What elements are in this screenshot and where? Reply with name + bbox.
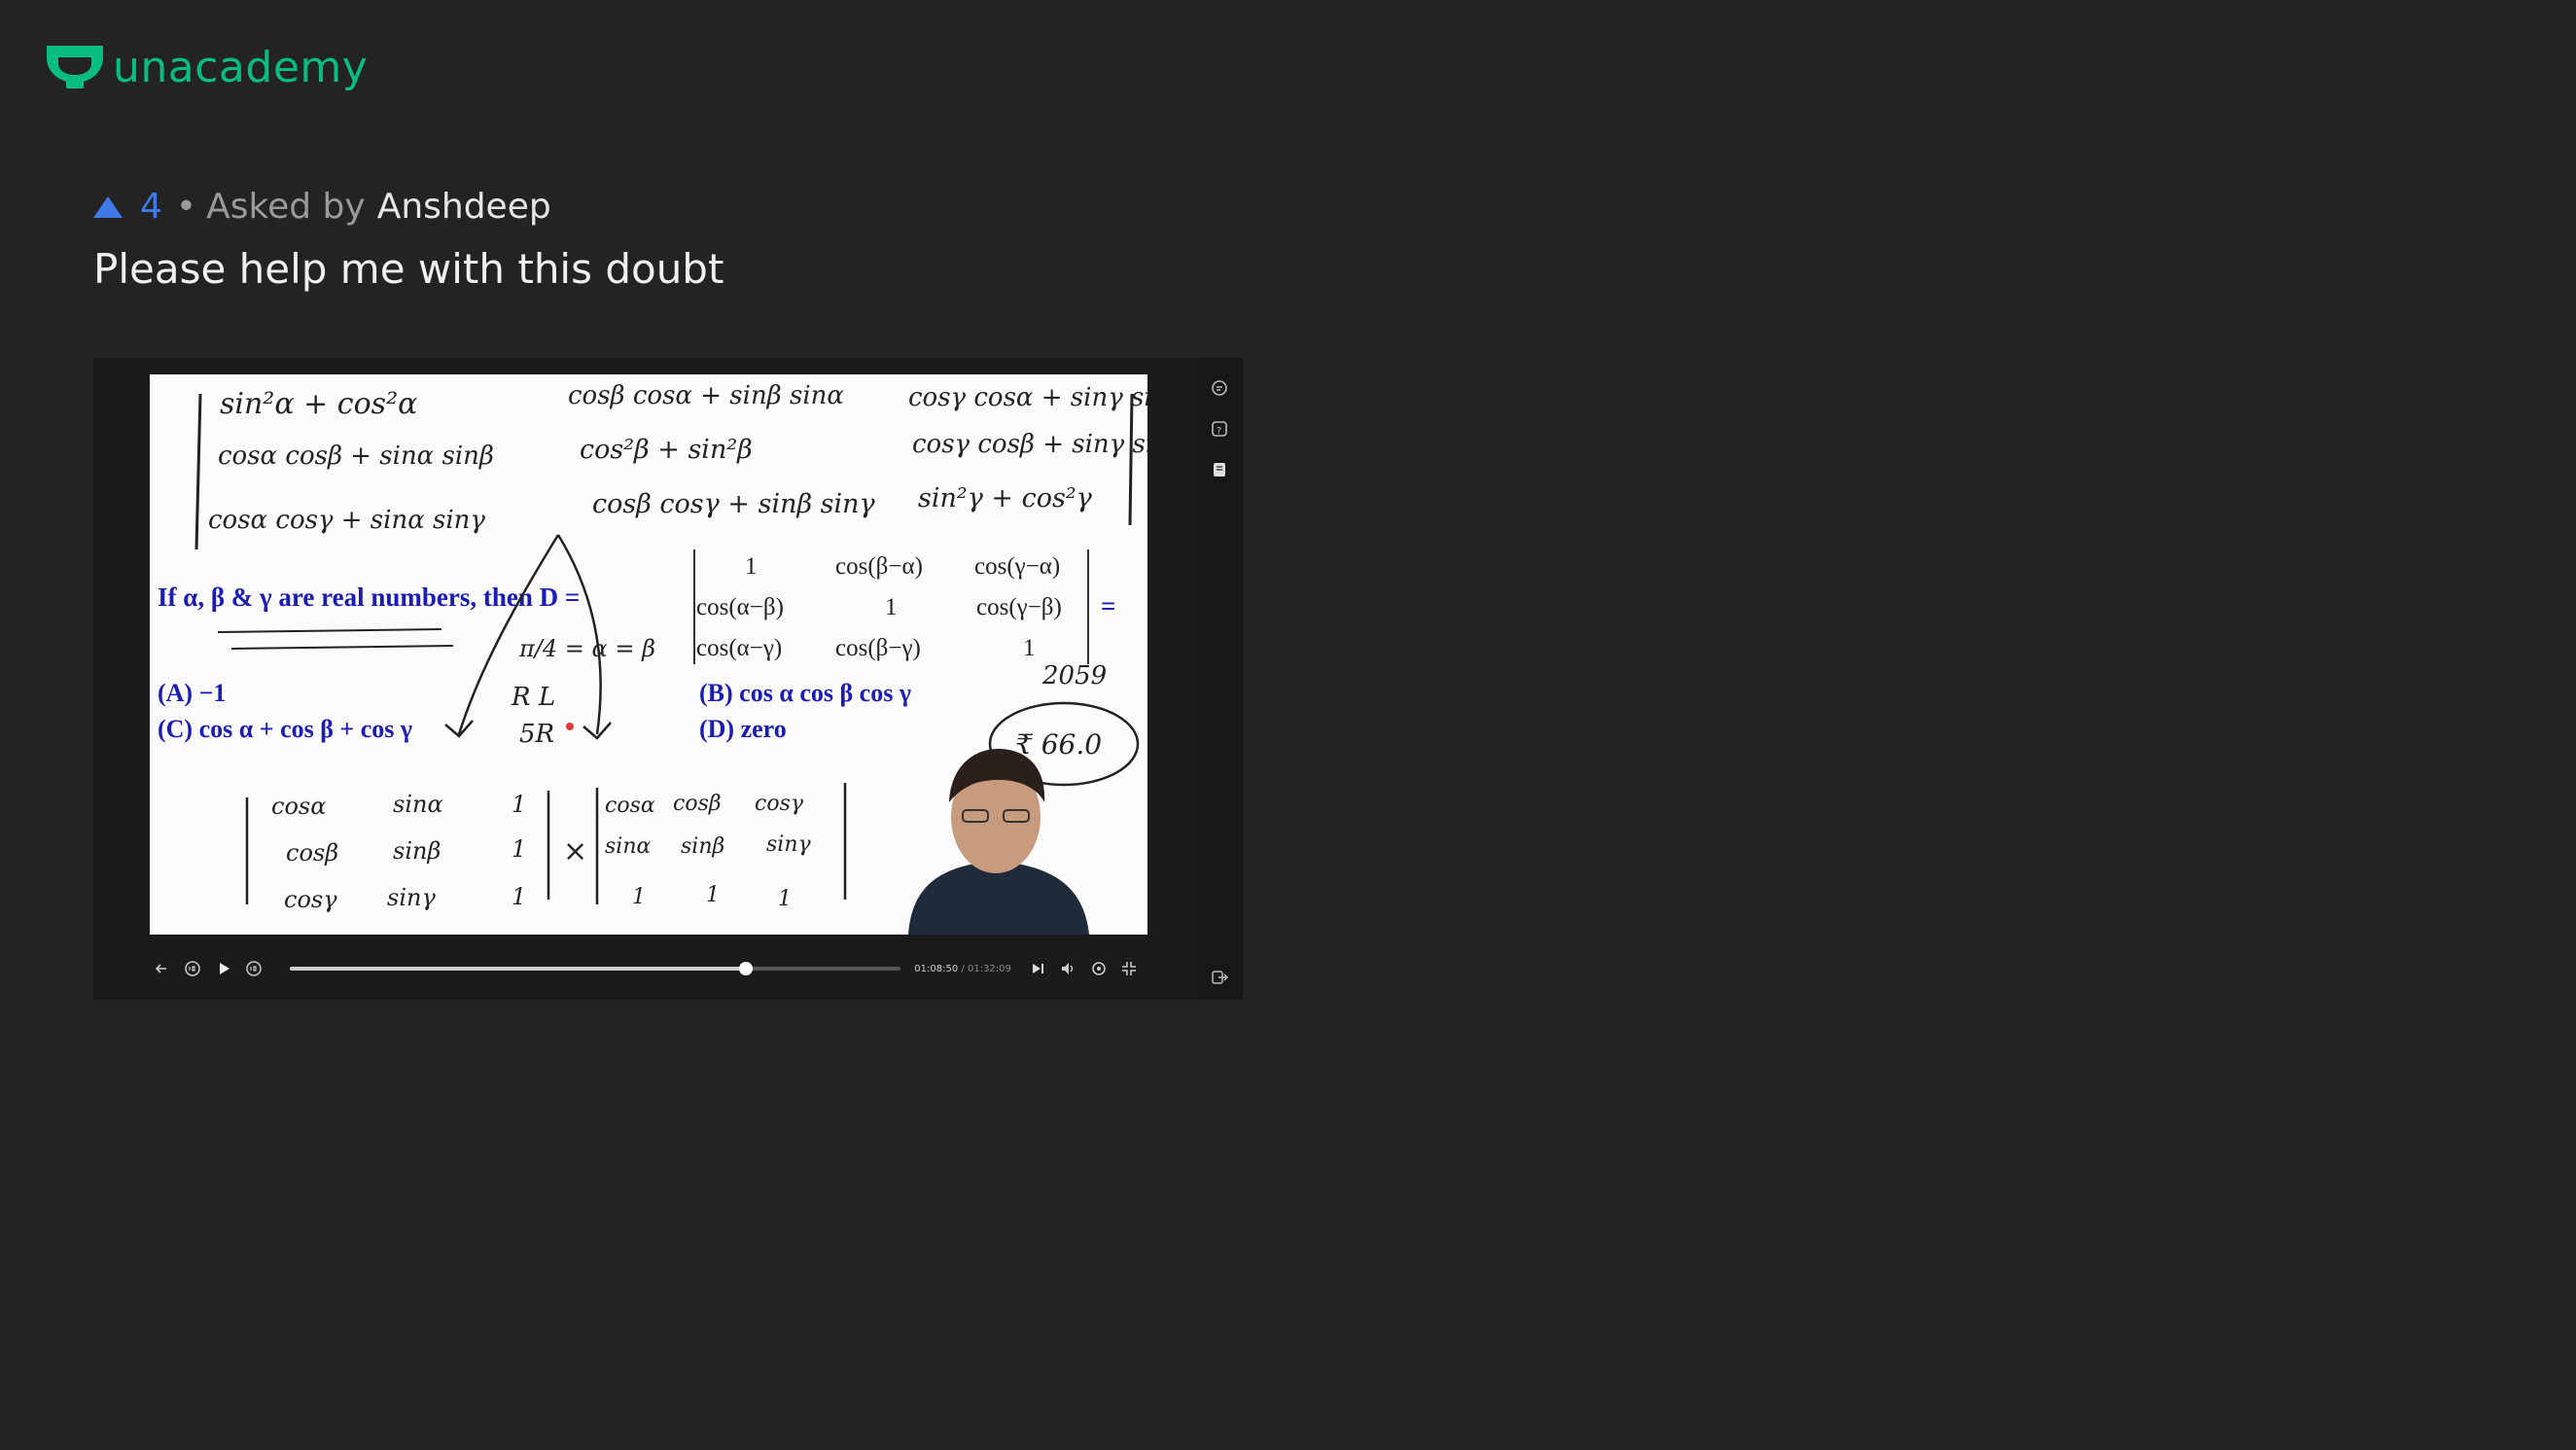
- exit-fullscreen-icon[interactable]: [1116, 956, 1142, 981]
- next-icon[interactable]: [1025, 956, 1050, 981]
- hw-r2c1: cosα cosβ + sinα sinβ: [218, 442, 494, 471]
- whiteboard: sin²α + cos²α cosβ cosα + sinβ sinα cosγ…: [150, 374, 1147, 935]
- hw-m3-1: cosγ: [284, 886, 337, 913]
- det-r1c3: cos(γ−α): [974, 553, 1060, 580]
- hw-5r: 5R: [519, 720, 554, 749]
- separator-dot: •: [175, 187, 197, 227]
- settings-icon[interactable]: [1086, 956, 1112, 981]
- volume-icon[interactable]: [1055, 956, 1080, 981]
- pointer-dot: [566, 723, 574, 730]
- det-r3c3: 1: [1023, 635, 1036, 661]
- hw-m2-1: cosβ: [286, 839, 338, 866]
- option-d: (D) zero: [699, 715, 787, 743]
- hw-times: ×: [563, 834, 587, 868]
- option-a: (A) −1: [158, 679, 226, 707]
- upvote-icon[interactable]: [93, 195, 123, 218]
- duration: 01:32:09: [967, 963, 1011, 974]
- forward-10-icon[interactable]: [242, 956, 267, 981]
- progress-knob[interactable]: [739, 962, 754, 975]
- hw-pi4: π/4 = α = β: [518, 635, 655, 662]
- time-display: 01:08:50 / 01:32:09: [914, 964, 1011, 974]
- play-icon[interactable]: [211, 956, 236, 981]
- hw-m1-3: 1: [512, 791, 526, 818]
- hw-m3-2: sinγ: [387, 884, 436, 911]
- option-b: (B) cos α cos β cos γ: [699, 679, 911, 707]
- det-r2c2: 1: [885, 594, 898, 620]
- progress-bar[interactable]: [290, 962, 901, 975]
- question-text: Please help me with this doubt: [93, 245, 724, 293]
- hw-r2c2: cos²β + sin²β: [580, 435, 753, 465]
- hw-r1c3: cosγ cosα + sinγ sinα: [908, 383, 1147, 412]
- notes-icon[interactable]: [1209, 459, 1230, 480]
- back-icon[interactable]: [150, 956, 175, 981]
- hw-r2c3: cosγ cosβ + sinγ sinβ: [912, 430, 1147, 459]
- svg-text:?: ?: [1217, 426, 1221, 437]
- asker-name[interactable]: Anshdeep: [377, 187, 551, 227]
- det-r2c1: cos(α−β): [696, 594, 784, 620]
- player-side-rail: ?: [1198, 358, 1243, 1000]
- hw-r1c1: sin²α + cos²α: [220, 387, 417, 421]
- hw-circled: ₹ 66.0: [1015, 728, 1102, 760]
- progress-fill: [290, 967, 747, 971]
- hw-n2-2: sinβ: [681, 834, 724, 859]
- det-equals: =: [1101, 591, 1115, 620]
- hw-n3-1: 1: [632, 885, 646, 909]
- hw-r3c3: sin²γ + cos²γ: [918, 483, 1093, 513]
- det-r2c3: cos(γ−β): [976, 594, 1062, 620]
- hw-n2-1: sinα: [605, 834, 651, 859]
- hw-m1-2: sinα: [393, 791, 443, 818]
- current-time: 01:08:50: [914, 963, 959, 974]
- unacademy-logo[interactable]: unacademy: [45, 43, 368, 92]
- chat-icon[interactable]: [1209, 377, 1230, 399]
- video-frame[interactable]: sin²α + cos²α cosβ cosα + sinβ sinα cosγ…: [150, 374, 1147, 935]
- hw-n3-2: 1: [706, 883, 720, 907]
- hw-m2-3: 1: [512, 835, 526, 863]
- hw-r3c2: cosβ cosγ + sinβ sinγ: [592, 489, 876, 519]
- hw-r3c1: cosα cosγ + sinα sinγ: [208, 506, 485, 535]
- hw-n1-2: cosβ: [673, 792, 722, 816]
- option-c: (C) cos α + cos β + cos γ: [158, 715, 412, 743]
- exit-icon[interactable]: [1209, 967, 1230, 988]
- time-separator: /: [961, 963, 965, 974]
- player-controls: 01:08:50 / 01:32:09: [150, 951, 1147, 986]
- det-r3c2: cos(β−γ): [835, 635, 921, 661]
- hw-n2-3: sinγ: [766, 832, 811, 857]
- hw-n3-3: 1: [778, 887, 792, 911]
- hw-m1-1: cosα: [271, 793, 326, 820]
- unacademy-logo-icon: [47, 45, 103, 88]
- brand-name: unacademy: [113, 43, 369, 92]
- video-player[interactable]: sin²α + cos²α cosβ cosα + sinβ sinα cosγ…: [93, 358, 1243, 1000]
- asked-by-label: Asked by: [206, 187, 366, 227]
- upvote-count: 4: [140, 187, 162, 227]
- det-r3c1: cos(α−γ): [696, 635, 782, 661]
- doubt-icon[interactable]: ?: [1209, 418, 1230, 440]
- hw-m3-3: 1: [512, 883, 526, 910]
- hw-rl: R L: [511, 683, 555, 712]
- hw-2059: 2059: [1041, 661, 1107, 690]
- det-r1c2: cos(β−α): [835, 553, 923, 580]
- question-meta: 4 • Asked by Anshdeep: [93, 187, 551, 227]
- hw-n1-3: cosγ: [755, 792, 804, 816]
- det-r1c1: 1: [745, 553, 758, 580]
- hw-r1c2: cosβ cosα + sinβ sinα: [568, 381, 844, 410]
- rewind-10-icon[interactable]: [181, 956, 206, 981]
- hw-n1-1: cosα: [605, 794, 655, 818]
- hw-m2-2: sinβ: [393, 837, 441, 865]
